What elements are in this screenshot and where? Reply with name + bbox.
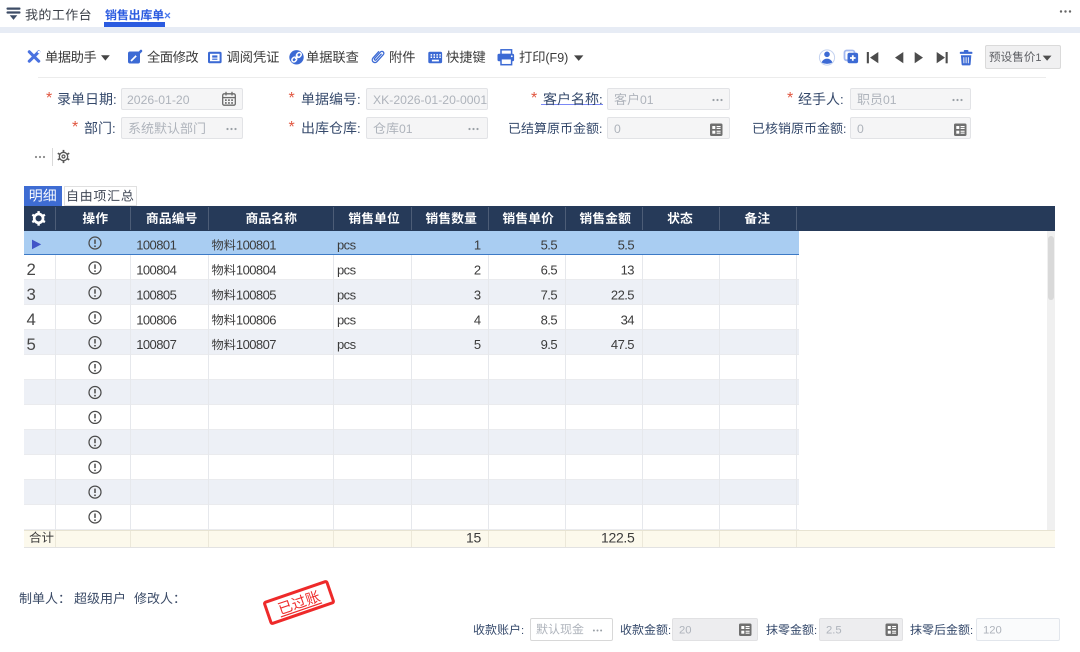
svg-text:0: 0	[614, 122, 621, 136]
svg-text::: :	[357, 92, 361, 107]
svg-text:100804: 100804	[236, 262, 276, 277]
svg-text:3: 3	[27, 285, 36, 304]
svg-text:100804: 100804	[136, 262, 176, 277]
svg-text:34: 34	[621, 312, 635, 327]
svg-text:100805: 100805	[136, 287, 176, 302]
svg-text:(F9): (F9)	[545, 51, 568, 65]
svg-text::: :	[357, 121, 361, 136]
svg-text:100801: 100801	[136, 238, 176, 253]
svg-text::: :	[112, 121, 116, 136]
svg-text:8.5: 8.5	[541, 312, 558, 327]
svg-text:100807: 100807	[136, 337, 176, 352]
svg-text:01: 01	[640, 93, 654, 107]
svg-text:100801: 100801	[236, 238, 276, 253]
svg-text:01: 01	[883, 93, 897, 107]
svg-text:100806: 100806	[136, 312, 176, 327]
svg-text:2026-01-20: 2026-01-20	[127, 93, 190, 107]
svg-text:3: 3	[474, 287, 481, 302]
svg-text:5.5: 5.5	[541, 238, 558, 253]
svg-text:pcs: pcs	[337, 287, 357, 302]
svg-text:100805: 100805	[236, 287, 276, 302]
svg-text:XK-2026-01-20-0001: XK-2026-01-20-0001	[373, 93, 487, 107]
svg-text:×: ×	[164, 9, 171, 22]
svg-text:01: 01	[399, 122, 413, 136]
svg-text:1: 1	[1035, 52, 1041, 64]
svg-text::: :	[814, 625, 817, 637]
svg-text::: :	[521, 625, 524, 637]
svg-text:*: *	[289, 119, 295, 136]
svg-text::: :	[843, 122, 846, 136]
svg-text:120: 120	[983, 625, 1002, 637]
svg-text:6.5: 6.5	[541, 262, 558, 277]
svg-text:5: 5	[27, 335, 36, 354]
svg-text:122.5: 122.5	[601, 530, 635, 546]
svg-text:2: 2	[474, 262, 481, 277]
svg-text::: :	[599, 92, 603, 107]
svg-text:47.5: 47.5	[611, 337, 634, 352]
svg-text:20: 20	[679, 625, 692, 637]
svg-text:*: *	[787, 90, 793, 107]
svg-text:pcs: pcs	[337, 262, 357, 277]
svg-text::: :	[970, 625, 973, 637]
svg-text:0: 0	[857, 122, 864, 136]
svg-text:100807: 100807	[236, 337, 276, 352]
svg-text:5.5: 5.5	[618, 238, 635, 253]
svg-text:pcs: pcs	[337, 238, 357, 253]
svg-text:15: 15	[466, 530, 481, 546]
svg-text:13: 13	[621, 262, 635, 277]
svg-text:2.5: 2.5	[826, 625, 842, 637]
svg-text::: :	[599, 122, 602, 136]
svg-text:pcs: pcs	[337, 337, 357, 352]
svg-text::: :	[113, 92, 117, 107]
svg-text:*: *	[72, 119, 78, 136]
svg-text::: :	[668, 625, 671, 637]
svg-text:4: 4	[474, 312, 481, 327]
svg-text:*: *	[289, 90, 295, 107]
svg-text:*: *	[531, 90, 537, 107]
svg-text:22.5: 22.5	[611, 287, 634, 302]
svg-text:7.5: 7.5	[541, 287, 558, 302]
svg-text:1: 1	[474, 238, 481, 253]
svg-text:4: 4	[27, 310, 36, 329]
svg-text:5: 5	[474, 337, 481, 352]
svg-text::: :	[840, 92, 844, 107]
svg-text:pcs: pcs	[337, 312, 357, 327]
svg-text:100806: 100806	[236, 312, 276, 327]
svg-text:9.5: 9.5	[541, 337, 558, 352]
svg-text:*: *	[46, 90, 52, 107]
svg-text:2: 2	[27, 260, 36, 279]
